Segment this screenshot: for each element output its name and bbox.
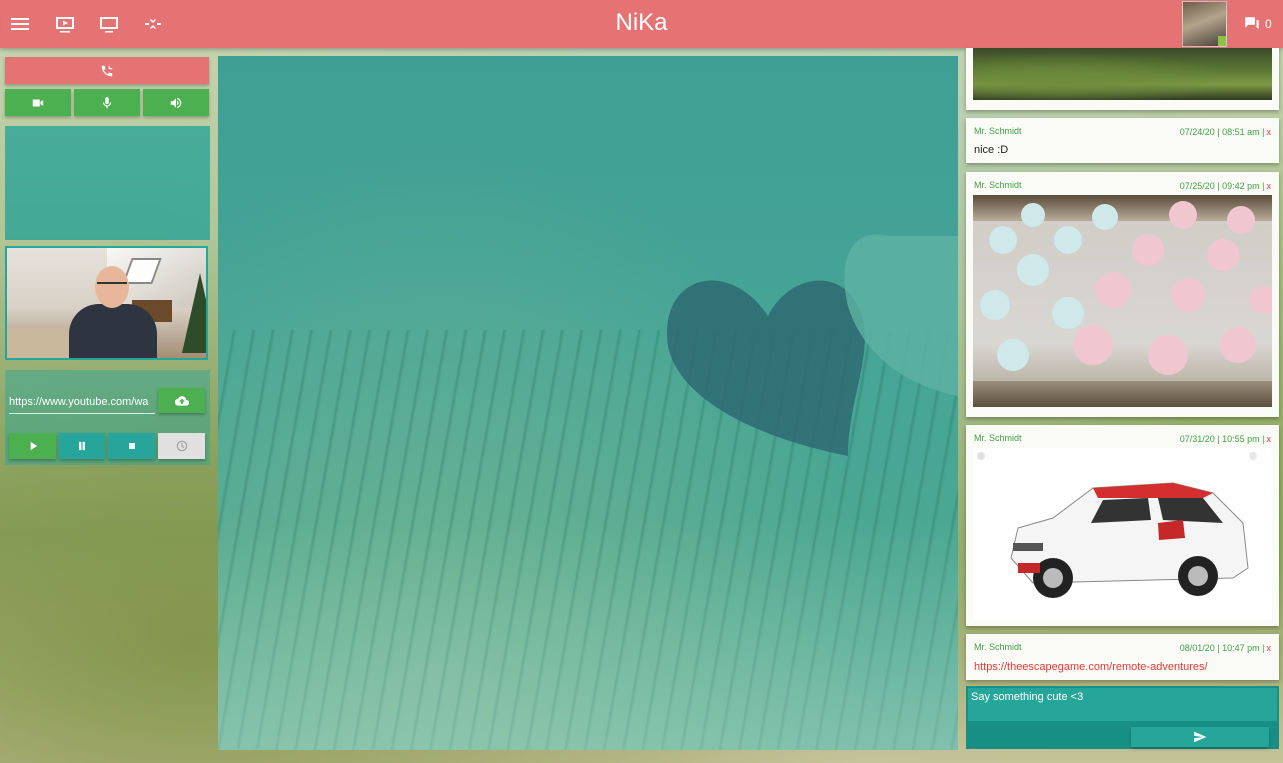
- message-author: Mr. Schmidt: [974, 126, 1022, 136]
- message-image-car[interactable]: [973, 448, 1272, 620]
- heart-image: [667, 234, 958, 456]
- message-author: Mr. Schmidt: [974, 180, 1022, 190]
- chat-counter-button[interactable]: 0: [1243, 14, 1272, 34]
- message-image-meringues[interactable]: [973, 195, 1272, 407]
- remote-video: [5, 246, 208, 360]
- chat-message-input[interactable]: [968, 688, 1277, 721]
- message-time: 07/24/20 | 08:51 am | x: [1179, 127, 1272, 137]
- message-image-landscape[interactable]: [973, 48, 1272, 100]
- message-link[interactable]: https://theescapegame.com/remote-adventu…: [974, 661, 1208, 673]
- stop-icon: [128, 443, 135, 449]
- message-author: Mr. Schmidt: [974, 642, 1022, 652]
- microphone-toggle-button[interactable]: [74, 89, 140, 116]
- delete-message-button[interactable]: x: [1267, 181, 1272, 191]
- pause-icon: [79, 441, 85, 451]
- avatar[interactable]: [1182, 1, 1227, 47]
- phone-icon: [101, 65, 113, 76]
- chat-message: [966, 48, 1279, 110]
- pause-button[interactable]: [59, 433, 105, 459]
- sync-time-button[interactable]: [158, 433, 205, 459]
- play-icon: [30, 441, 37, 451]
- call-button[interactable]: [5, 57, 209, 84]
- main-video-stage: [218, 56, 958, 750]
- send-icon: [1194, 731, 1207, 743]
- chat-message: Mr. Schmidt 07/24/20 | 08:51 am | x nice …: [966, 118, 1279, 163]
- send-button[interactable]: [1131, 727, 1269, 747]
- message-time: 07/25/20 | 09:42 pm | x: [1179, 181, 1272, 191]
- speaker-toggle-button[interactable]: [143, 89, 209, 116]
- cloud-upload-icon: [174, 395, 189, 406]
- app-title: NiKa: [615, 9, 668, 36]
- delete-message-button[interactable]: x: [1267, 434, 1272, 444]
- play-button[interactable]: [9, 433, 56, 459]
- video-camera-icon: [32, 99, 44, 106]
- compress-icon[interactable]: [141, 12, 165, 36]
- screen-share-icon[interactable]: [97, 12, 121, 36]
- menu-icon[interactable]: [8, 12, 32, 36]
- microphone-icon: [102, 96, 112, 108]
- clock-icon: [176, 440, 187, 452]
- camera-toggle-button[interactable]: [5, 89, 71, 116]
- stop-button[interactable]: [108, 433, 155, 459]
- top-bar: NiKa 0: [0, 0, 1283, 48]
- local-video: [5, 126, 210, 240]
- chat-message: Mr. Schmidt 07/31/20 | 10:55 pm | x: [966, 425, 1279, 626]
- speaker-icon: [170, 97, 182, 108]
- chat-icon: [1245, 17, 1259, 30]
- delete-message-button[interactable]: x: [1267, 127, 1272, 137]
- media-player-icon[interactable]: [53, 12, 77, 36]
- message-time: 07/31/20 | 10:55 pm | x: [1179, 434, 1272, 444]
- delete-message-button[interactable]: x: [1267, 643, 1272, 653]
- message-text: nice :D: [974, 144, 1009, 156]
- chat-message: Mr. Schmidt 08/01/20 | 10:47 pm | x https…: [966, 634, 1279, 680]
- chat-message: Mr. Schmidt 07/25/20 | 09:42 pm | x: [966, 172, 1279, 417]
- chat-count: 0: [1265, 17, 1272, 31]
- message-author: Mr. Schmidt: [974, 433, 1022, 443]
- load-media-button[interactable]: [158, 388, 205, 413]
- message-time: 08/01/20 | 10:47 pm | x: [1179, 643, 1272, 653]
- media-url-input[interactable]: [9, 390, 155, 414]
